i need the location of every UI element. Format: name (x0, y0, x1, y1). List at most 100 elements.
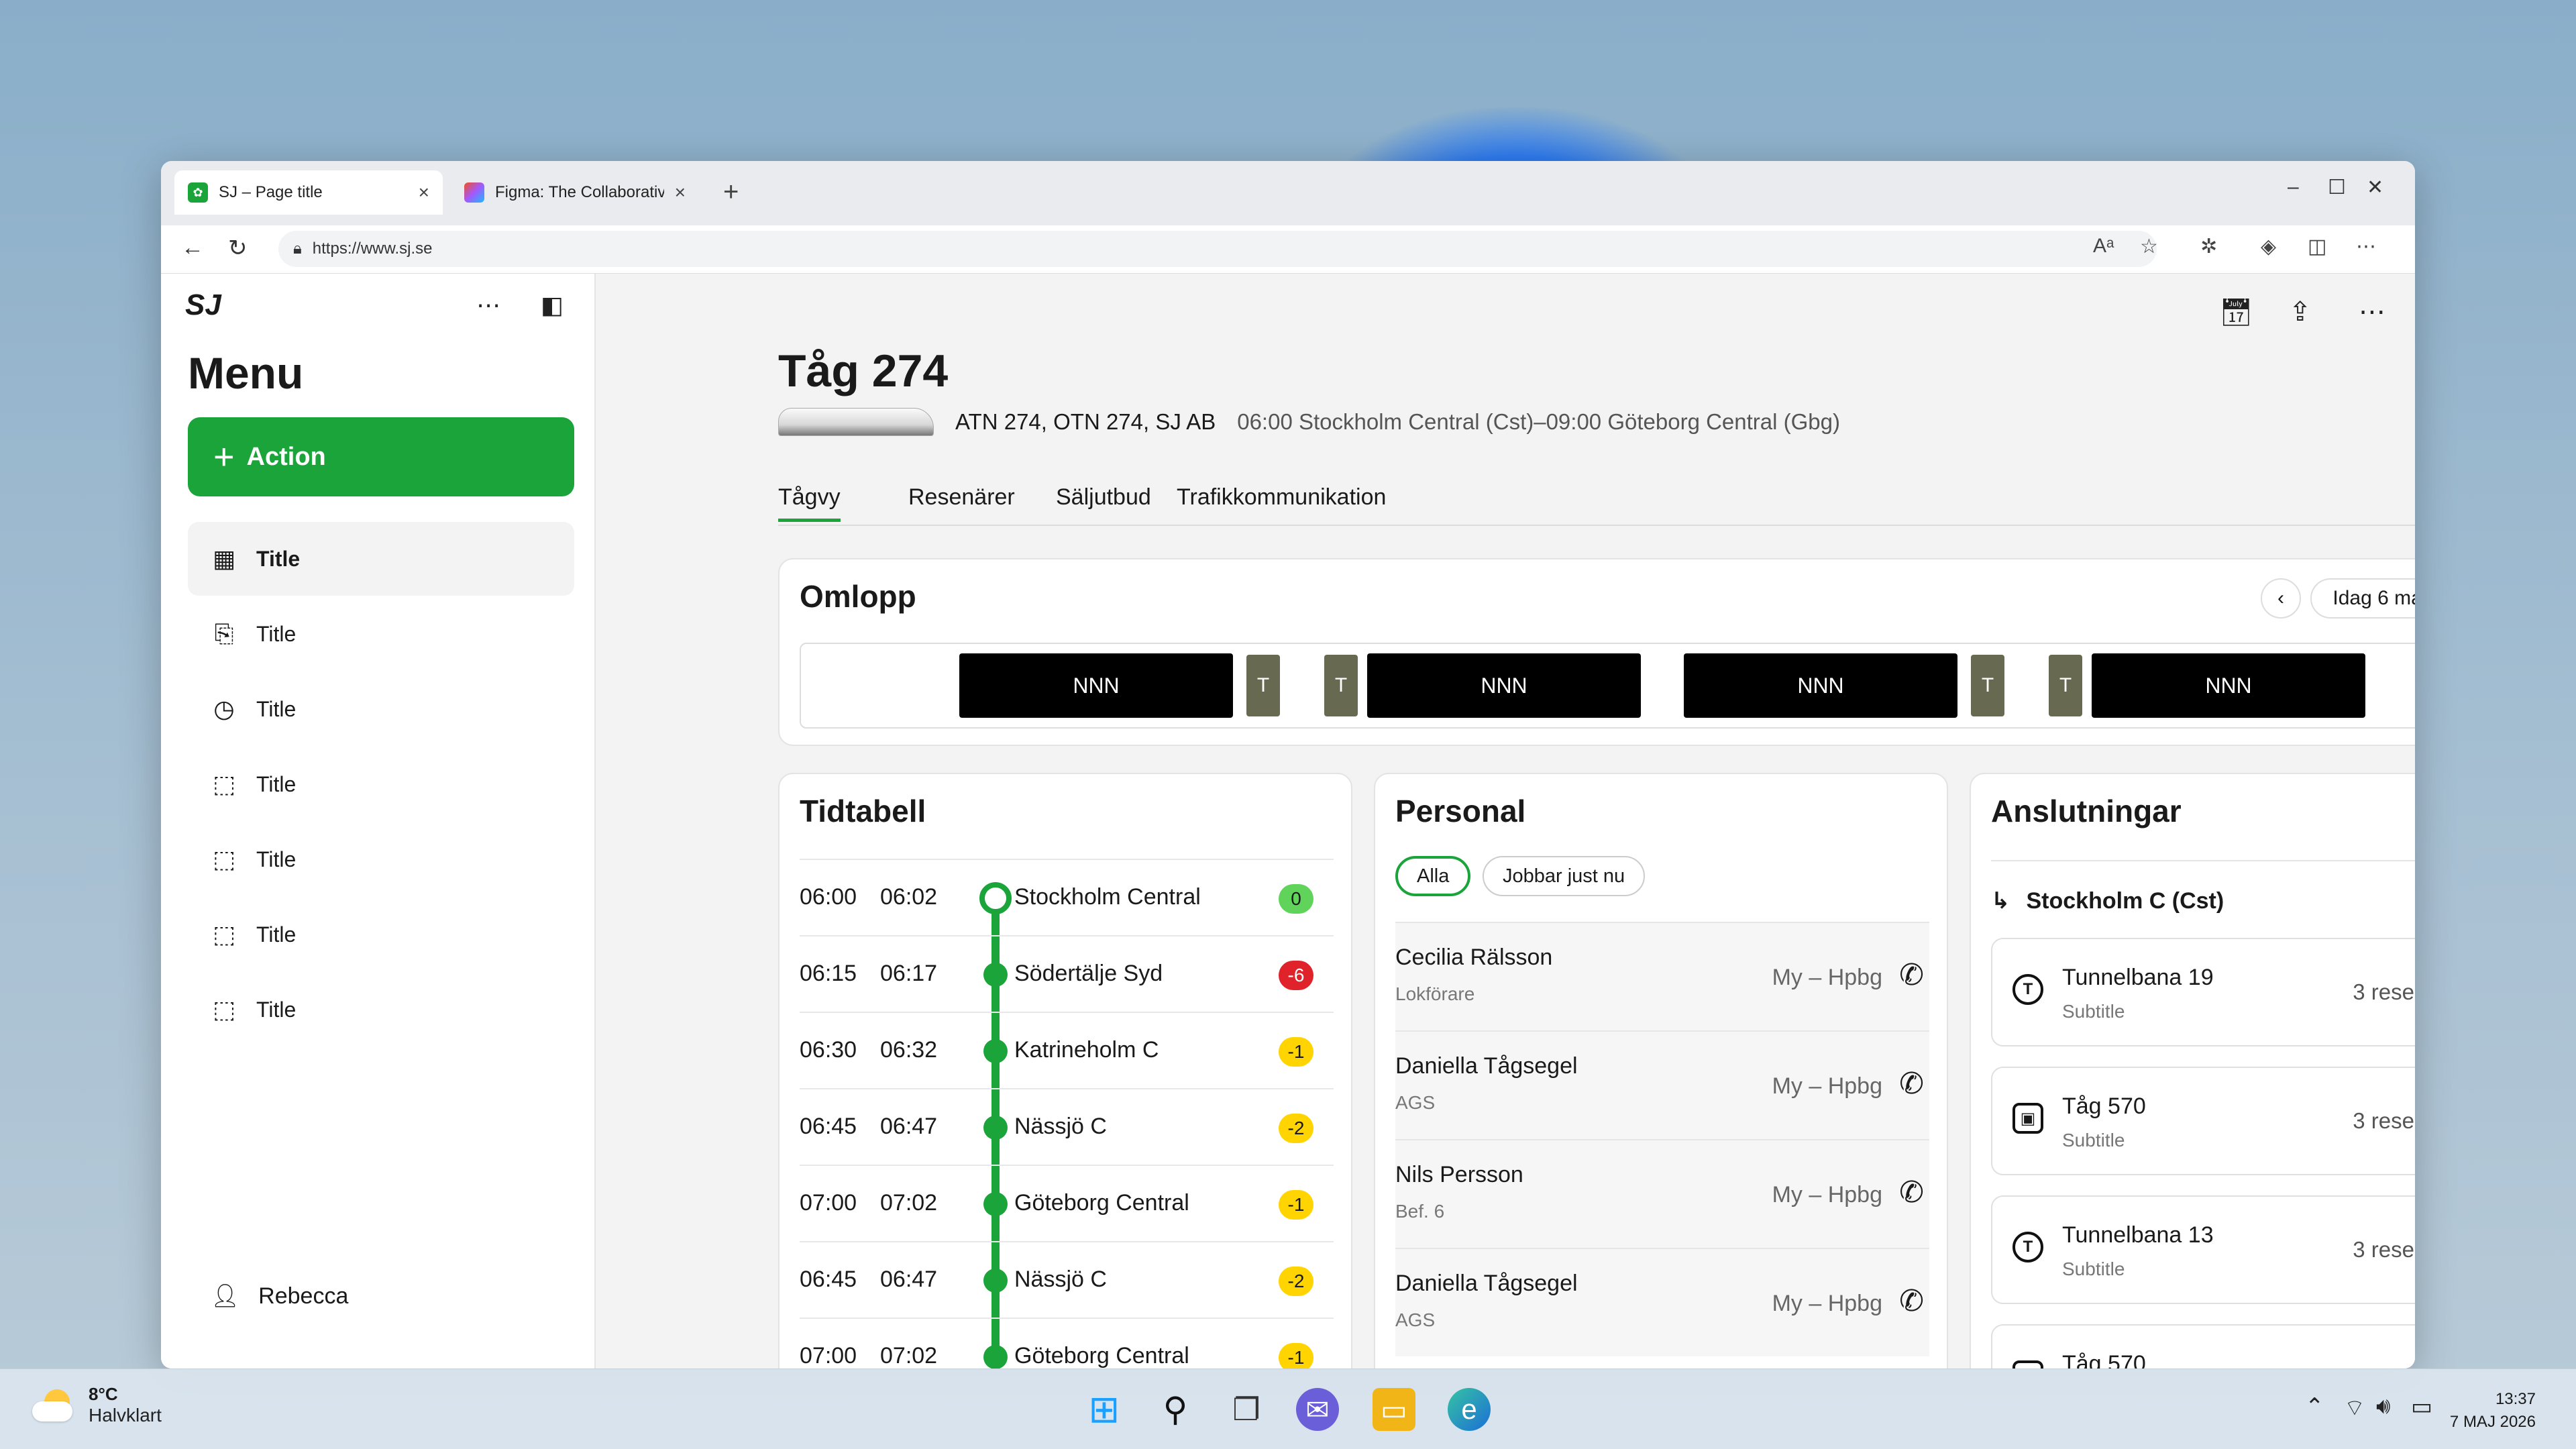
close-tab-icon[interactable]: × (419, 182, 429, 203)
delay-badge: -6 (1279, 961, 1313, 990)
more-options-icon[interactable]: ⋯ (476, 291, 500, 319)
reload-icon[interactable]: ↻ (228, 235, 248, 262)
connection-item[interactable]: ▣ Tåg 570 (1991, 1324, 2415, 1368)
taskbar: 8°C Halvklart ⊞ ⚲ ❐ ✉ ▭ e ⌃ ⌔ 🔊︎ ▭ 13:37… (0, 1368, 2576, 1449)
user-profile[interactable]: 👤︎ Rebecca (211, 1283, 348, 1309)
system-clock[interactable]: 13:37 7 MAJ 2026 (2450, 1388, 2536, 1434)
phone-icon[interactable]: ✆ (1899, 1284, 1924, 1318)
staff-row[interactable]: Daniella Tågsegel AGS My – Hpbg ✆ (1395, 1248, 1929, 1356)
timetable-row[interactable]: 06:00 06:02 Stockholm Central 0 (800, 859, 1334, 935)
departure-time: 07:02 (880, 1190, 938, 1216)
delay-badge: -2 (1279, 1114, 1313, 1143)
sidebar-item-4[interactable]: ⬚ Title (188, 747, 574, 821)
sidebar-item-6[interactable]: ⬚ Title (188, 898, 574, 971)
connection-item[interactable]: T Tunnelbana 19 Subtitle 3 resenärer ⌄ (1991, 938, 2415, 1046)
back-icon[interactable]: ← (181, 235, 204, 261)
sidebar-item-2[interactable]: ⎘ Title (188, 597, 574, 671)
turn-block[interactable]: T (1246, 655, 1280, 716)
phone-icon[interactable]: ✆ (1899, 1175, 1924, 1210)
connection-item[interactable]: ▣ Tåg 570 Subtitle 3 resenärer ⌄ (1991, 1067, 2415, 1175)
split-screen-icon[interactable]: ◫ (2308, 235, 2326, 258)
search-icon[interactable]: ⚲ (1154, 1388, 1197, 1431)
windows-start-icon[interactable]: ⊞ (1083, 1388, 1126, 1431)
maximize-icon[interactable]: ☐ (2328, 176, 2346, 199)
clock-date: 7 MAJ 2026 (2449, 1413, 2536, 1431)
staff-row[interactable]: Nils Persson Bef. 6 My – Hpbg ✆ (1395, 1139, 1929, 1248)
tab-saljutbud[interactable]: Säljutbud (1056, 484, 1151, 511)
trip-block[interactable]: NNN (1367, 653, 1641, 718)
copilot-icon[interactable]: ◈ (2261, 235, 2276, 258)
file-explorer-icon[interactable]: ▭ (1373, 1388, 1415, 1431)
weather-widget[interactable]: 8°C Halvklart (30, 1384, 162, 1426)
sj-logo[interactable]: SJ (185, 288, 221, 322)
station-group-header[interactable]: ↳ Stockholm C (Cst) ⌃ (1991, 860, 2415, 941)
date-select[interactable]: Idag 6 maj ⌄ (2310, 578, 2415, 619)
action-button[interactable]: + Action (188, 417, 574, 496)
sidebar-toggle-icon[interactable]: ◧ (541, 291, 564, 319)
sidebar-item-1[interactable]: ▦ Title (188, 522, 574, 596)
personal-card: Personal Alla Jobbar just nu Cecilia Räl… (1374, 773, 1948, 1368)
timetable-row[interactable]: 06:15 06:17 Södertälje Syd -6 (800, 935, 1334, 1012)
staff-route: My – Hpbg (1772, 965, 1882, 990)
edge-browser-icon[interactable]: e (1448, 1388, 1491, 1431)
wifi-icon[interactable]: ⌔ (2344, 1393, 2365, 1422)
phone-icon[interactable]: ✆ (1899, 958, 1924, 992)
close-window-icon[interactable]: ✕ (2367, 176, 2383, 199)
share-icon[interactable]: ⇪ (2289, 297, 2312, 327)
turn-block[interactable]: T (1324, 655, 1358, 716)
passenger-count: 3 resenärer (2353, 1108, 2415, 1133)
prev-date-button[interactable]: ‹ (2261, 578, 2301, 619)
timetable-row[interactable]: 07:00 07:02 Göteborg Central -1 (800, 1318, 1334, 1368)
staff-row[interactable]: Daniella Tågsegel AGS My – Hpbg ✆ (1395, 1030, 1929, 1139)
timetable-row[interactable]: 06:30 06:32 Katrineholm C -1 (800, 1012, 1334, 1088)
extensions-icon[interactable]: ✲ (2200, 235, 2217, 258)
read-aloud-icon[interactable]: Aᵃ (2093, 235, 2114, 258)
volume-icon[interactable]: 🔊︎ (2376, 1393, 2390, 1419)
trip-block[interactable]: NNN (2092, 653, 2365, 718)
filter-chip-jobbar[interactable]: Jobbar just nu (1483, 856, 1646, 896)
arrival-time: 07:00 (800, 1343, 857, 1368)
sidebar-item-7[interactable]: ⬚ Title (188, 973, 574, 1046)
arrival-time: 06:45 (800, 1267, 857, 1292)
menu-title: Menu (188, 348, 304, 398)
chat-icon[interactable]: ✉ (1296, 1388, 1339, 1431)
tab-tagvy[interactable]: Tågvy (778, 484, 841, 522)
trip-block[interactable]: NNN (1684, 653, 1957, 718)
tab-trafikkommunikation[interactable]: Trafikkommunikation (1177, 484, 1386, 511)
turn-block[interactable]: T (2049, 655, 2082, 716)
lock-icon: 🔒︎ (293, 239, 302, 258)
connection-subtitle: Subtitle (2062, 1001, 2125, 1022)
station-name: Södertälje Syd (1014, 961, 1163, 986)
chevron-up-icon[interactable]: ⌃ (2305, 1393, 2324, 1420)
task-view-icon[interactable]: ❐ (1225, 1388, 1268, 1431)
browser-menu-icon[interactable]: ⋯ (2356, 235, 2376, 258)
partly-cloudy-icon (30, 1387, 76, 1424)
sidebar-item-5[interactable]: ⬚ Title (188, 822, 574, 896)
placeholder-icon: ⬚ (212, 845, 235, 873)
calendar-icon[interactable]: 📅︎ (2219, 297, 2253, 328)
tab-resenarer[interactable]: Resenärer (908, 484, 1015, 511)
timetable-row[interactable]: 06:45 06:47 Nässjö C -2 (800, 1088, 1334, 1165)
turn-block[interactable]: T (1971, 655, 2004, 716)
tab-sj[interactable]: ✿ SJ – Page title × (174, 170, 443, 215)
action-label: Action (246, 442, 326, 471)
battery-icon[interactable]: ▭ (2411, 1393, 2432, 1420)
close-tab-icon[interactable]: × (675, 182, 686, 203)
sidebar-item-3[interactable]: ◷ Title (188, 672, 574, 746)
more-options-icon[interactable]: ⋯ (2359, 297, 2385, 327)
favorite-star-icon[interactable]: ☆ (2140, 235, 2158, 258)
staff-row[interactable]: Cecilia Rälsson Lokförare My – Hpbg ✆ (1395, 922, 1929, 1030)
new-tab-icon[interactable]: + (723, 177, 739, 207)
connection-item[interactable]: T Tunnelbana 13 Subtitle 3 resenärer ⌄ (1991, 1195, 2415, 1304)
url-field[interactable]: 🔒︎ https://www.sj.se (278, 231, 2157, 267)
sidebar-item-label: Title (256, 771, 297, 796)
phone-icon[interactable]: ✆ (1899, 1067, 1924, 1101)
timetable-row[interactable]: 06:45 06:47 Nässjö C -2 (800, 1241, 1334, 1318)
trip-block[interactable]: NNN (959, 653, 1233, 718)
passenger-count: 3 resenärer (2353, 1237, 2415, 1262)
tab-figma[interactable]: Figma: The Collaborative × (451, 170, 699, 215)
minimize-icon[interactable]: – (2288, 176, 2299, 199)
train-icon: ▣ (2012, 1360, 2043, 1368)
timetable-row[interactable]: 07:00 07:02 Göteborg Central -1 (800, 1165, 1334, 1241)
filter-chip-alla[interactable]: Alla (1395, 856, 1471, 896)
